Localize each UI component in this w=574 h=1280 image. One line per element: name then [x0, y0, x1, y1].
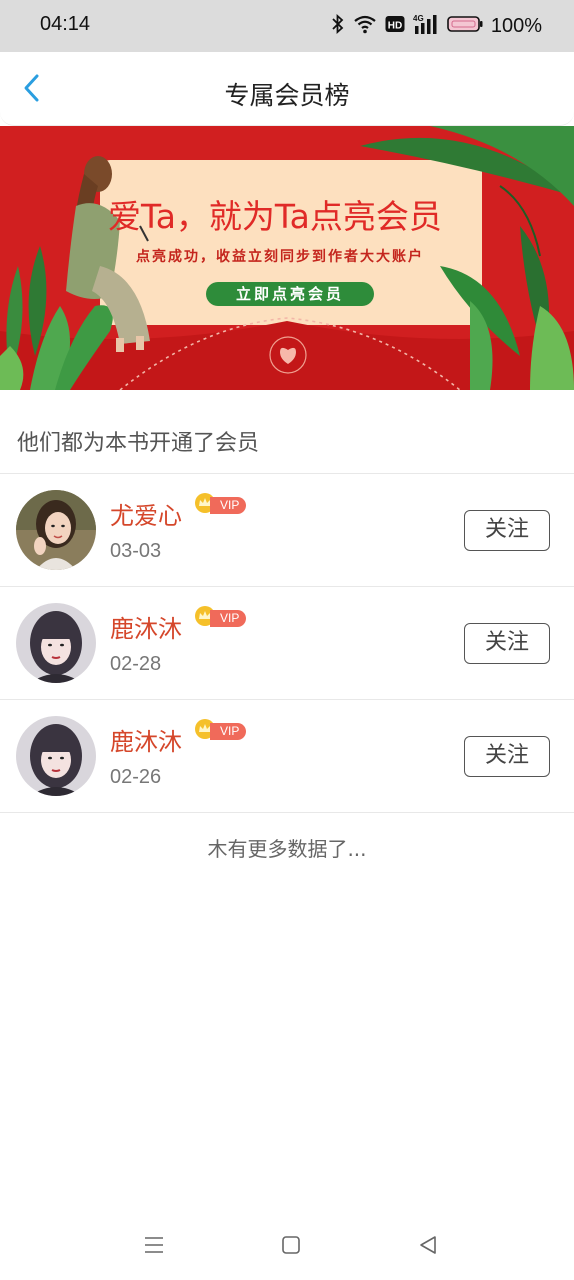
section-title: 他们都为本书开通了会员	[17, 431, 260, 456]
menu-icon[interactable]	[139, 1230, 169, 1260]
banner-headline: 爱Ta，就为Ta点亮会员	[108, 197, 442, 236]
wifi-icon	[353, 14, 377, 38]
network-label: 4G	[413, 14, 424, 23]
follow-button[interactable]: 关注	[464, 510, 550, 551]
vip-badge: VIP	[194, 719, 247, 742]
promo-banner[interactable]: 爱Ta，就为Ta点亮会员 点亮成功，收益立刻同步到作者大大账户 立即点亮会员	[0, 126, 574, 390]
status-bar: 04:14 HD 4G 100%	[0, 0, 574, 52]
banner-cta-button[interactable]: 立即点亮会员	[206, 282, 374, 306]
member-date: 02-26	[110, 766, 162, 788]
nav-bar: 专属会员榜	[0, 52, 574, 126]
signal-icon: 4G	[413, 13, 439, 39]
vip-badge: VIP	[194, 606, 247, 629]
avatar[interactable]	[16, 490, 96, 570]
no-more-data-text: 木有更多数据了...	[207, 837, 367, 861]
follow-button[interactable]: 关注	[464, 623, 550, 664]
status-icons: HD 4G 100%	[331, 12, 542, 40]
back-triangle-icon[interactable]	[413, 1230, 443, 1260]
status-time: 04:14	[40, 13, 91, 35]
list-item[interactable]: 鹿沐沐 VIP 02-28 关注	[0, 587, 574, 700]
member-name[interactable]: 鹿沐沐	[110, 722, 182, 757]
member-date: 03-03	[110, 540, 162, 562]
member-name[interactable]: 尤爱心	[110, 496, 182, 531]
page-title: 专属会员榜	[224, 81, 350, 110]
system-nav-bar	[0, 1210, 574, 1280]
follow-button[interactable]: 关注	[464, 736, 550, 777]
member-list: 尤爱心 VIP 03-03 关注 鹿沐沐 VIP 02-28 关注 鹿沐沐 VI…	[0, 474, 574, 813]
battery-icon	[447, 15, 483, 37]
hd-label: HD	[388, 21, 402, 32]
member-name[interactable]: 鹿沐沐	[110, 609, 182, 644]
vip-badge: VIP	[194, 493, 247, 516]
member-date: 02-28	[110, 653, 162, 675]
vip-label: VIP	[210, 609, 247, 627]
avatar[interactable]	[16, 603, 96, 683]
hd-icon: HD	[385, 15, 405, 37]
list-item[interactable]: 尤爱心 VIP 03-03 关注	[0, 474, 574, 587]
vip-label: VIP	[210, 496, 247, 514]
battery-percent: 100%	[490, 14, 542, 37]
bluetooth-icon	[331, 13, 345, 39]
avatar[interactable]	[16, 716, 96, 796]
home-square-icon[interactable]	[276, 1230, 306, 1260]
banner-subtitle: 点亮成功，收益立刻同步到作者大大账户	[136, 249, 424, 265]
list-item[interactable]: 鹿沐沐 VIP 02-26 关注	[0, 700, 574, 813]
vip-label: VIP	[210, 722, 247, 740]
